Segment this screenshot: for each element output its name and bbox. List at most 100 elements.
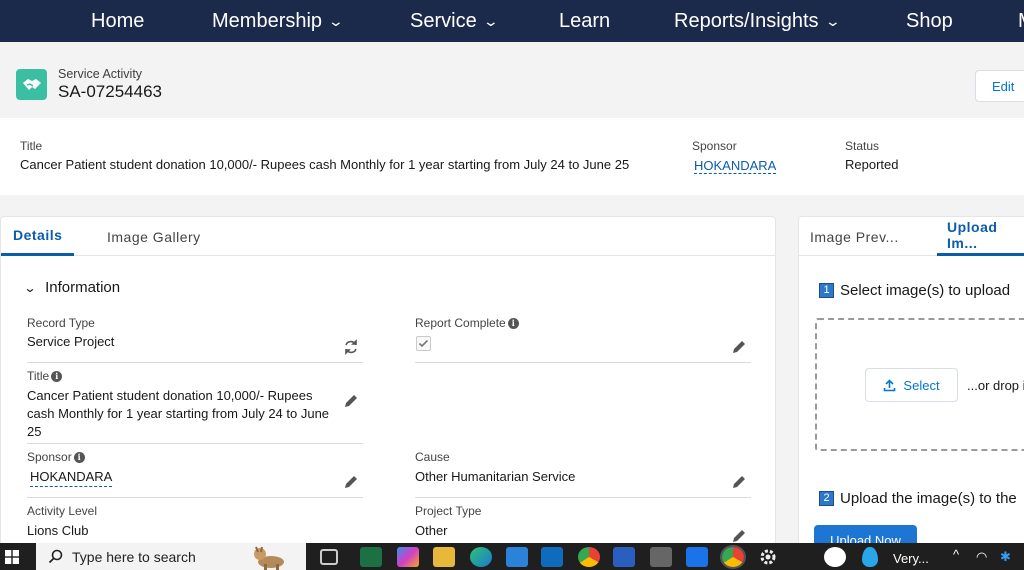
chevron-down-icon: ⌄ [824, 12, 841, 29]
record-type-label: Record Type [27, 316, 95, 330]
search-placeholder: Type here to search [72, 548, 196, 565]
excel-icon[interactable] [360, 547, 382, 567]
drop-hint: ...or drop i [967, 378, 1024, 393]
upload-tabs: Image Prev... Upload Im... [799, 217, 1024, 256]
cause-field-label: Cause [415, 450, 450, 464]
taskbar: Type here to search Very... ^ ◠ ✱ [0, 543, 1024, 570]
upload-icon [884, 378, 896, 391]
chevron-down-icon: ⌄ [23, 280, 37, 295]
nav-membership-label: Membership [212, 9, 323, 32]
tab-image-gallery[interactable]: Image Gallery [107, 217, 201, 256]
report-complete-label: Report Complete i [415, 316, 519, 330]
search-icon [48, 549, 63, 564]
report-complete-label-text: Report Complete [415, 316, 506, 330]
chrome-profile-icon[interactable] [720, 545, 746, 569]
report-complete-checkbox [416, 336, 431, 351]
title-field-label-text: Title [27, 369, 50, 383]
edit-pencil-icon[interactable] [343, 474, 359, 490]
nav-home-label: Home [91, 9, 145, 32]
step-number-badge: 2 [819, 491, 834, 506]
calculator-icon[interactable] [650, 547, 672, 567]
select-images-button[interactable]: Select [865, 368, 958, 402]
settings-gear-icon[interactable] [758, 547, 780, 567]
divider [27, 362, 363, 363]
highlights-panel: Title Cancer Patient student donation 10… [0, 118, 1024, 195]
calendar-icon[interactable] [686, 547, 708, 567]
weather-text[interactable]: Very... [893, 551, 929, 566]
highlight-sponsor-link[interactable]: HOKANDARA [694, 158, 777, 174]
info-icon[interactable]: i [507, 317, 519, 329]
step-1: 1 Select image(s) to upload [819, 282, 1010, 299]
top-nav: Home Membership ⌄ Service ⌄ Learn Reports/… [0, 0, 1024, 42]
nav-membership[interactable]: Membership ⌄ [212, 0, 345, 42]
edit-pencil-icon[interactable] [731, 528, 747, 544]
highlight-title-value: Cancer Patient student donation 10,000/-… [20, 157, 630, 172]
step-number-badge: 1 [819, 283, 834, 298]
step-2-text: Upload the image(s) to the [840, 490, 1017, 507]
task-view-icon[interactable] [320, 549, 338, 565]
wifi-icon[interactable]: ◠ [976, 549, 987, 565]
step-1-text: Select image(s) to upload [840, 282, 1011, 299]
title-line-3: 25 [27, 424, 42, 439]
nav-learn-label: Learn [559, 9, 611, 32]
divider [415, 497, 751, 498]
bluetooth-icon[interactable]: ✱ [1000, 549, 1011, 565]
title-line-1: Cancer Patient student donation 10,000/-… [27, 388, 313, 403]
tray-expand-icon[interactable]: ^ [953, 547, 959, 562]
nav-shop[interactable]: Shop [906, 0, 953, 42]
weather-drop-icon[interactable] [862, 547, 878, 567]
windows-start-icon[interactable] [5, 550, 19, 564]
tab-details[interactable]: Details [1, 217, 75, 256]
file-explorer-icon[interactable] [433, 547, 455, 567]
project-type-value: Other [415, 523, 448, 538]
divider [27, 443, 363, 444]
upload-card: Image Prev... Upload Im... 1 Select imag… [798, 216, 1024, 546]
image-dropzone[interactable]: Select ...or drop i [815, 318, 1024, 451]
sponsor-field-link[interactable]: HOKANDARA [30, 468, 113, 487]
divider [27, 497, 363, 498]
copilot-icon[interactable] [397, 547, 419, 567]
nav-learn[interactable]: Learn [559, 0, 610, 42]
nav-service[interactable]: Service ⌄ [410, 0, 499, 42]
nav-home[interactable]: Home [91, 0, 144, 42]
title-field-value: Cancer Patient student donation 10,000/-… [27, 387, 329, 441]
info-icon[interactable]: i [73, 451, 85, 463]
activity-level-label: Activity Level [27, 504, 98, 518]
handshake-icon [16, 69, 47, 100]
change-record-type-icon[interactable] [343, 339, 359, 355]
edge-icon[interactable] [470, 547, 492, 567]
nav-more[interactable]: M [1018, 0, 1024, 42]
edit-pencil-icon[interactable] [731, 474, 747, 490]
step-2: 2 Upload the image(s) to the [819, 490, 1017, 507]
highlight-title-label: Title [20, 139, 43, 153]
record-type-label: Service Activity [58, 67, 143, 81]
word-icon[interactable] [613, 547, 635, 567]
store-icon[interactable] [506, 547, 528, 567]
chevron-down-icon: ⌄ [482, 12, 499, 29]
detail-tabs: Details Image Gallery [1, 217, 775, 256]
record-type-value: Service Project [27, 334, 115, 349]
nav-reports[interactable]: Reports/Insights ⌄ [674, 0, 841, 42]
edit-button[interactable]: Edit [975, 70, 1024, 102]
nav-more-label: M [1018, 10, 1024, 33]
record-header: Service Activity SA-07254463 Edit [0, 50, 1024, 110]
nav-reports-label: Reports/Insights [674, 9, 819, 32]
title-line-2: cash Monthly for 1 year starting from Ju… [27, 406, 330, 421]
highlight-status-value: Reported [845, 157, 899, 172]
taskbar-search-input[interactable]: Type here to search [36, 543, 306, 570]
info-icon[interactable]: i [51, 370, 63, 382]
activity-level-value: Lions Club [27, 523, 89, 538]
search-highlight-icon [254, 546, 284, 570]
information-section-toggle[interactable]: ⌄ Information [23, 279, 120, 296]
details-card: Details Image Gallery ⌄ Information Reco… [0, 216, 776, 546]
tab-upload-images[interactable]: Upload Im... [937, 217, 1024, 256]
edit-pencil-icon[interactable] [731, 339, 747, 355]
sponsor-field-label: Sponsor i [27, 450, 85, 464]
outlook-icon[interactable] [541, 547, 563, 567]
chrome-icon[interactable] [578, 547, 600, 567]
chevron-down-icon: ⌄ [327, 12, 345, 29]
edit-pencil-icon[interactable] [343, 393, 359, 409]
highlight-sponsor-label: Sponsor [692, 139, 737, 153]
tab-image-preview[interactable]: Image Prev... [810, 217, 899, 256]
help-icon[interactable] [824, 547, 846, 567]
